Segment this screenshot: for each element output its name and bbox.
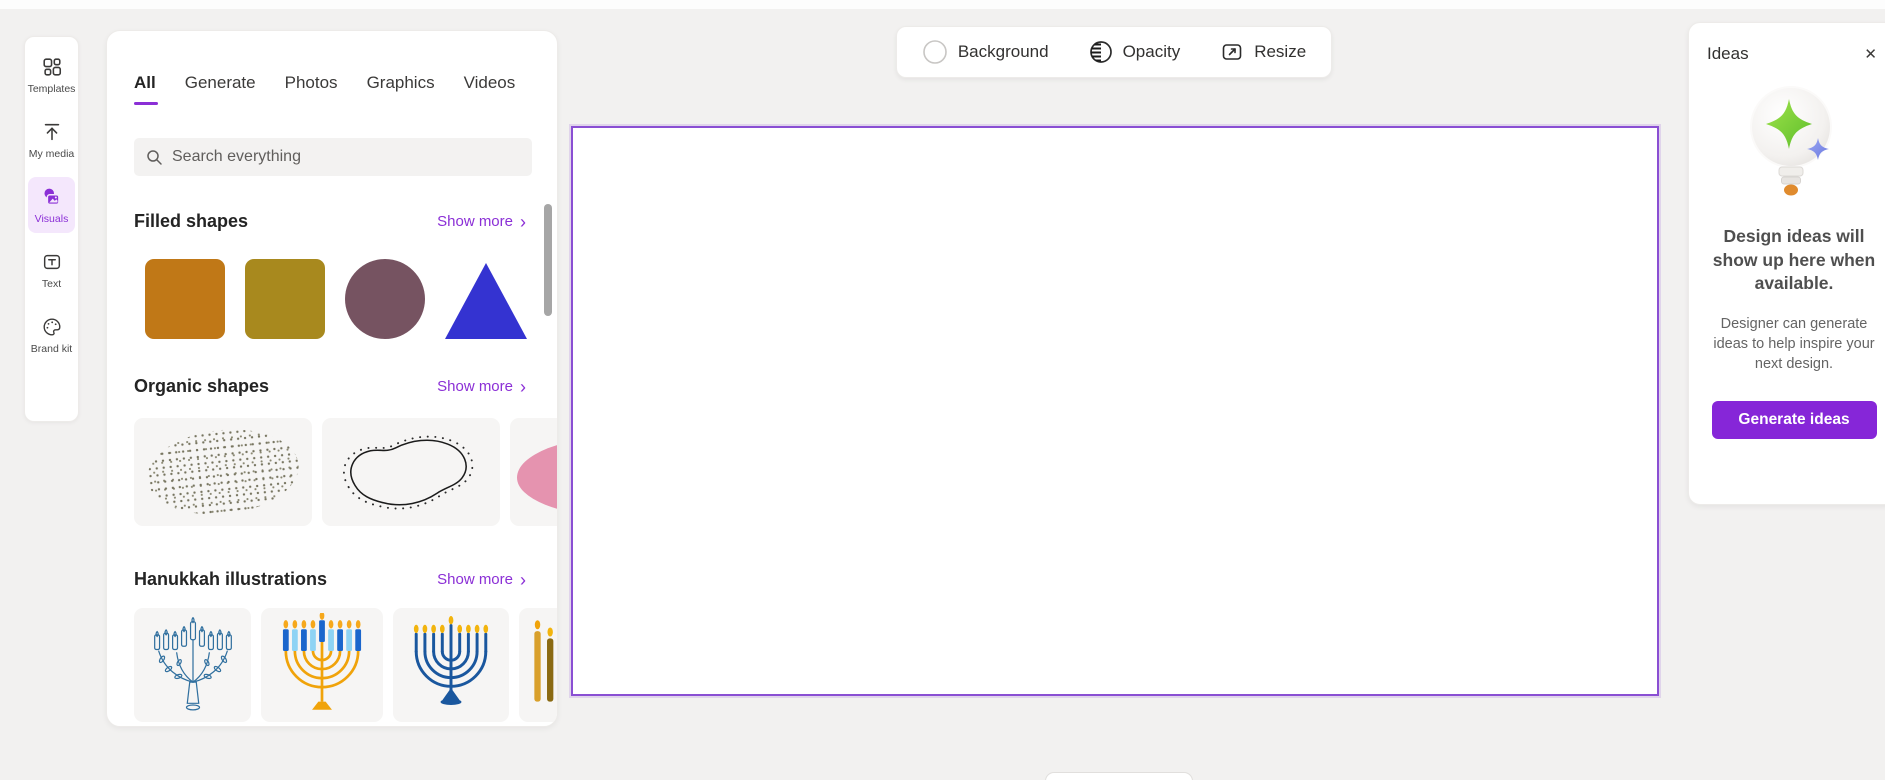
show-more-filled-shapes[interactable]: Show more › <box>437 213 526 230</box>
menorah-blue <box>404 615 498 715</box>
hanukkah-thumb-gold-menorah[interactable] <box>261 608 383 722</box>
ideas-panel-title: Ideas <box>1707 44 1749 64</box>
tab-generate[interactable]: Generate <box>185 73 256 105</box>
ideas-body-text: Designer can generate ideas to help insp… <box>1707 314 1881 375</box>
sidebar-item-label: Templates <box>28 83 76 95</box>
search-input[interactable] <box>172 148 520 166</box>
sidebar-item-visuals[interactable]: Visuals <box>28 177 75 233</box>
section-header-hanukkah: Hanukkah illustrations Show more › <box>134 569 526 590</box>
section-title: Filled shapes <box>134 211 248 232</box>
section-title: Hanukkah illustrations <box>134 569 327 590</box>
background-circle-icon <box>922 39 948 65</box>
hanukkah-thumb-blue-menorah[interactable] <box>393 608 509 722</box>
upload-arrow-icon <box>41 121 63 143</box>
canvas-toolbar: Background Opacity Resize <box>896 26 1332 78</box>
palette-icon <box>41 316 63 338</box>
resize-button[interactable]: Resize <box>1220 40 1306 64</box>
generate-ideas-button[interactable]: Generate ideas <box>1712 401 1877 439</box>
tab-photos[interactable]: Photos <box>285 73 338 105</box>
section-header-organic-shapes: Organic shapes Show more › <box>134 376 526 397</box>
filled-shapes-row <box>145 259 527 339</box>
left-sidebar: Templates My media Visuals Text Brand ki… <box>24 36 79 422</box>
panel-scrollbar[interactable] <box>544 204 552 316</box>
lightbulb-illustration <box>1739 81 1849 209</box>
show-more-organic-shapes[interactable]: Show more › <box>437 378 526 395</box>
resize-arrow-icon <box>1220 40 1244 64</box>
hanukkah-row <box>134 608 558 722</box>
ideas-headline: Design ideas will show up here when avai… <box>1707 225 1881 296</box>
sidebar-item-label: Brand kit <box>31 343 72 355</box>
sidebar-item-label: Visuals <box>35 213 69 225</box>
filled-shape-mauve-circle[interactable] <box>345 259 425 339</box>
chevron-right-icon: › <box>520 380 526 394</box>
stippled-dot-oval <box>143 422 303 521</box>
visuals-panel: All Generate Photos Graphics Videos Fill… <box>106 30 558 727</box>
opacity-contrast-icon <box>1089 40 1113 64</box>
hanukkah-thumb-outline-menorah[interactable] <box>134 608 251 722</box>
sidebar-item-label: My media <box>29 148 75 160</box>
section-title: Organic shapes <box>134 376 269 397</box>
chevron-right-icon: › <box>520 573 526 587</box>
resize-label: Resize <box>1254 42 1306 62</box>
pink-blob-shape <box>517 436 558 516</box>
visuals-photo-icon <box>41 186 63 208</box>
show-more-hanukkah[interactable]: Show more › <box>437 571 526 588</box>
opacity-button[interactable]: Opacity <box>1089 40 1181 64</box>
tab-videos[interactable]: Videos <box>464 73 516 105</box>
organic-shapes-row <box>134 418 558 526</box>
text-box-icon <box>41 251 63 273</box>
filled-shape-orange-square[interactable] <box>145 259 225 339</box>
organic-thumb-dotted-blob[interactable] <box>322 418 500 526</box>
sidebar-item-label: Text <box>42 278 61 290</box>
organic-thumb-stippled-oval[interactable] <box>134 418 312 526</box>
dotted-outline-blob <box>322 418 500 526</box>
hanukkah-thumb-partial-menorah[interactable] <box>519 608 558 722</box>
sidebar-item-text[interactable]: Text <box>28 242 75 298</box>
search-box[interactable] <box>134 138 532 176</box>
tab-all[interactable]: All <box>134 73 156 105</box>
templates-grid-icon <box>41 56 63 78</box>
close-icon[interactable]: ✕ <box>1860 43 1881 65</box>
bottom-toolbar-partial[interactable] <box>1045 772 1193 780</box>
search-icon <box>146 149 163 166</box>
section-header-filled-shapes: Filled shapes Show more › <box>134 211 526 232</box>
sidebar-item-brand-kit[interactable]: Brand kit <box>28 307 75 363</box>
design-canvas[interactable] <box>571 126 1659 696</box>
filled-shape-olive-square[interactable] <box>245 259 325 339</box>
menorah-outline-leaves <box>145 612 241 718</box>
sidebar-item-templates[interactable]: Templates <box>28 47 75 103</box>
filled-shape-blue-triangle[interactable] <box>445 263 527 339</box>
menorah-partial <box>525 613 558 717</box>
background-label: Background <box>958 42 1049 62</box>
tab-graphics[interactable]: Graphics <box>367 73 435 105</box>
background-button[interactable]: Background <box>922 39 1049 65</box>
organic-thumb-pink-blob[interactable] <box>510 418 558 526</box>
menorah-gold-blue-candles <box>272 613 372 717</box>
chevron-right-icon: › <box>520 215 526 229</box>
sidebar-item-my-media[interactable]: My media <box>28 112 75 168</box>
ideas-panel: Ideas ✕ Design ideas will <box>1688 22 1885 505</box>
opacity-label: Opacity <box>1123 42 1181 62</box>
visuals-tabs: All Generate Photos Graphics Videos <box>134 73 515 105</box>
top-strip <box>0 0 1885 9</box>
